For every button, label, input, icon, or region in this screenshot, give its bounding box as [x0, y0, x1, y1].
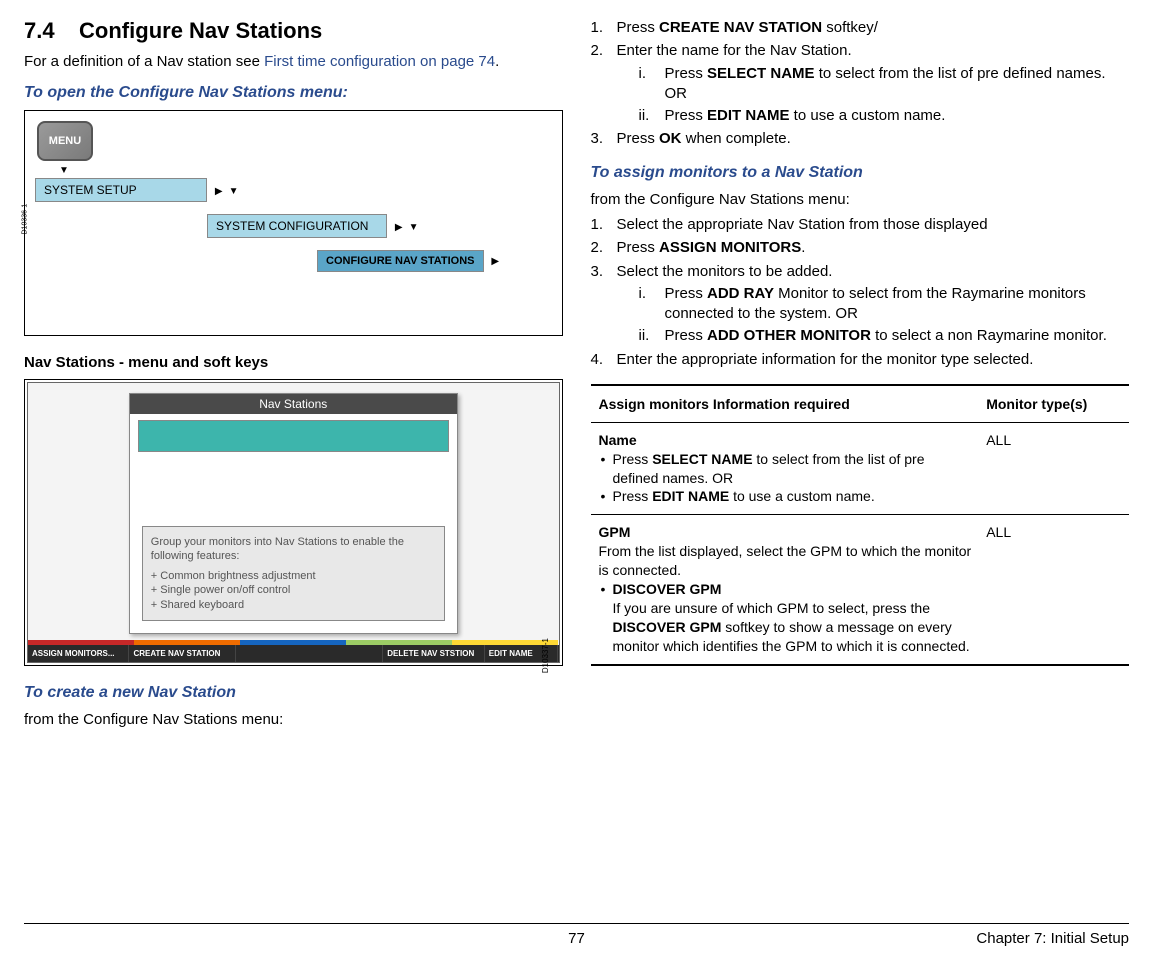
softkey-bar: ASSIGN MONITORS... CREATE NAV STATION DE… — [28, 645, 559, 662]
row-title: Name — [599, 431, 975, 450]
assign-monitors-steps: 1.Select the appropriate Nav Station fro… — [591, 215, 1130, 370]
subheading-open-menu: To open the Configure Nav Stations menu: — [24, 84, 563, 102]
list-item: 1.Press CREATE NAV STATION softkey/ — [591, 18, 1130, 38]
flow-step-system-setup: SYSTEM SETUP — [35, 178, 207, 202]
list-item: 2.Enter the name for the Nav Station. i.… — [591, 41, 1130, 126]
list-item: 4.Enter the appropriate information for … — [591, 350, 1130, 370]
arrow-down-icon — [31, 165, 554, 176]
arrow-right-icon: ▶ — [491, 256, 499, 267]
list-item: Press SELECT NAME to select from the lis… — [599, 450, 975, 488]
list-item: ii.Press EDIT NAME to use a custom name. — [639, 106, 1130, 126]
list-item: 1.Select the appropriate Nav Station fro… — [591, 215, 1130, 235]
menu-button: MENU — [37, 121, 93, 161]
softkey-assign-monitors[interactable]: ASSIGN MONITORS... — [28, 645, 129, 662]
chapter-label: Chapter 7: Initial Setup — [976, 930, 1129, 947]
arrow-down-icon: ▼ — [409, 222, 419, 233]
list-item: 3.Select the monitors to be added. i.Pre… — [591, 262, 1130, 347]
create-nav-context: from the Configure Nav Stations menu: — [24, 710, 563, 730]
softkey-blank — [236, 645, 384, 662]
nav-stations-heading: Nav Stations - menu and soft keys — [24, 354, 563, 371]
nav-stations-window: Nav Stations Group your monitors into Na… — [129, 393, 458, 634]
flow-step-system-configuration: SYSTEM CONFIGURATION — [207, 214, 387, 238]
diagram-reference: D10336-1 — [22, 203, 29, 234]
table-header-type: Monitor type(s) — [978, 385, 1129, 423]
menu-flow-diagram: MENU SYSTEM SETUP ▶ ▼ SYSTEM CONFIGURATIO… — [24, 110, 563, 336]
section-heading: 7.4 Configure Nav Stations — [24, 18, 563, 44]
heading-text: Configure Nav Stations — [79, 18, 322, 43]
heading-number: 7.4 — [24, 18, 55, 43]
monitor-type-cell: ALL — [978, 422, 1129, 515]
list-item: i.Press SELECT NAME to select from the l… — [639, 64, 1130, 105]
softkey-delete-nav-station[interactable]: DELETE NAV STSTION — [383, 645, 484, 662]
list-item: i.Press ADD RAY Monitor to select from t… — [639, 284, 1130, 325]
arrow-right-icon: ▶ — [215, 186, 223, 197]
row-description: From the list displayed, select the GPM … — [599, 542, 975, 580]
table-row: Name Press SELECT NAME to select from th… — [591, 422, 1130, 515]
monitor-type-cell: ALL — [978, 515, 1129, 665]
selection-bar — [138, 420, 449, 452]
create-nav-steps: 1.Press CREATE NAV STATION softkey/ 2.En… — [591, 18, 1130, 150]
row-title: GPM — [599, 523, 975, 542]
intro-paragraph: For a definition of a Nav station see Fi… — [24, 52, 563, 72]
nav-stations-screenshot: Nav Stations Group your monitors into Na… — [24, 379, 563, 666]
cross-reference-link[interactable]: First time configuration on page 74 — [264, 53, 495, 70]
window-title: Nav Stations — [130, 394, 457, 414]
list-item: DISCOVER GPM If you are unsure of which … — [599, 580, 975, 656]
arrow-down-icon: ▼ — [229, 186, 239, 197]
softkey-create-nav-station[interactable]: CREATE NAV STATION — [129, 645, 235, 662]
subheading-assign-monitors: To assign monitors to a Nav Station — [591, 164, 1130, 182]
monitor-info-table: Assign monitors Information required Mon… — [591, 384, 1130, 666]
diagram-reference: D10337-1 — [542, 638, 551, 673]
flow-step-configure-nav-stations: CONFIGURE NAV STATIONS — [317, 250, 484, 272]
table-row: GPM From the list displayed, select the … — [591, 515, 1130, 665]
page-number: 77 — [568, 930, 585, 947]
info-panel: Group your monitors into Nav Stations to… — [142, 526, 445, 621]
list-item: 2.Press ASSIGN MONITORS. — [591, 238, 1130, 258]
list-item: Press EDIT NAME to use a custom name. — [599, 487, 975, 506]
list-item: 3.Press OK when complete. — [591, 129, 1130, 149]
list-item: ii.Press ADD OTHER MONITOR to select a n… — [639, 326, 1130, 346]
subheading-create-nav-station: To create a new Nav Station — [24, 684, 563, 702]
arrow-right-icon: ▶ — [395, 222, 403, 233]
table-header-info: Assign monitors Information required — [591, 385, 979, 423]
assign-monitors-context: from the Configure Nav Stations menu: — [591, 190, 1130, 210]
page-footer: 77 Chapter 7: Initial Setup — [24, 923, 1129, 947]
